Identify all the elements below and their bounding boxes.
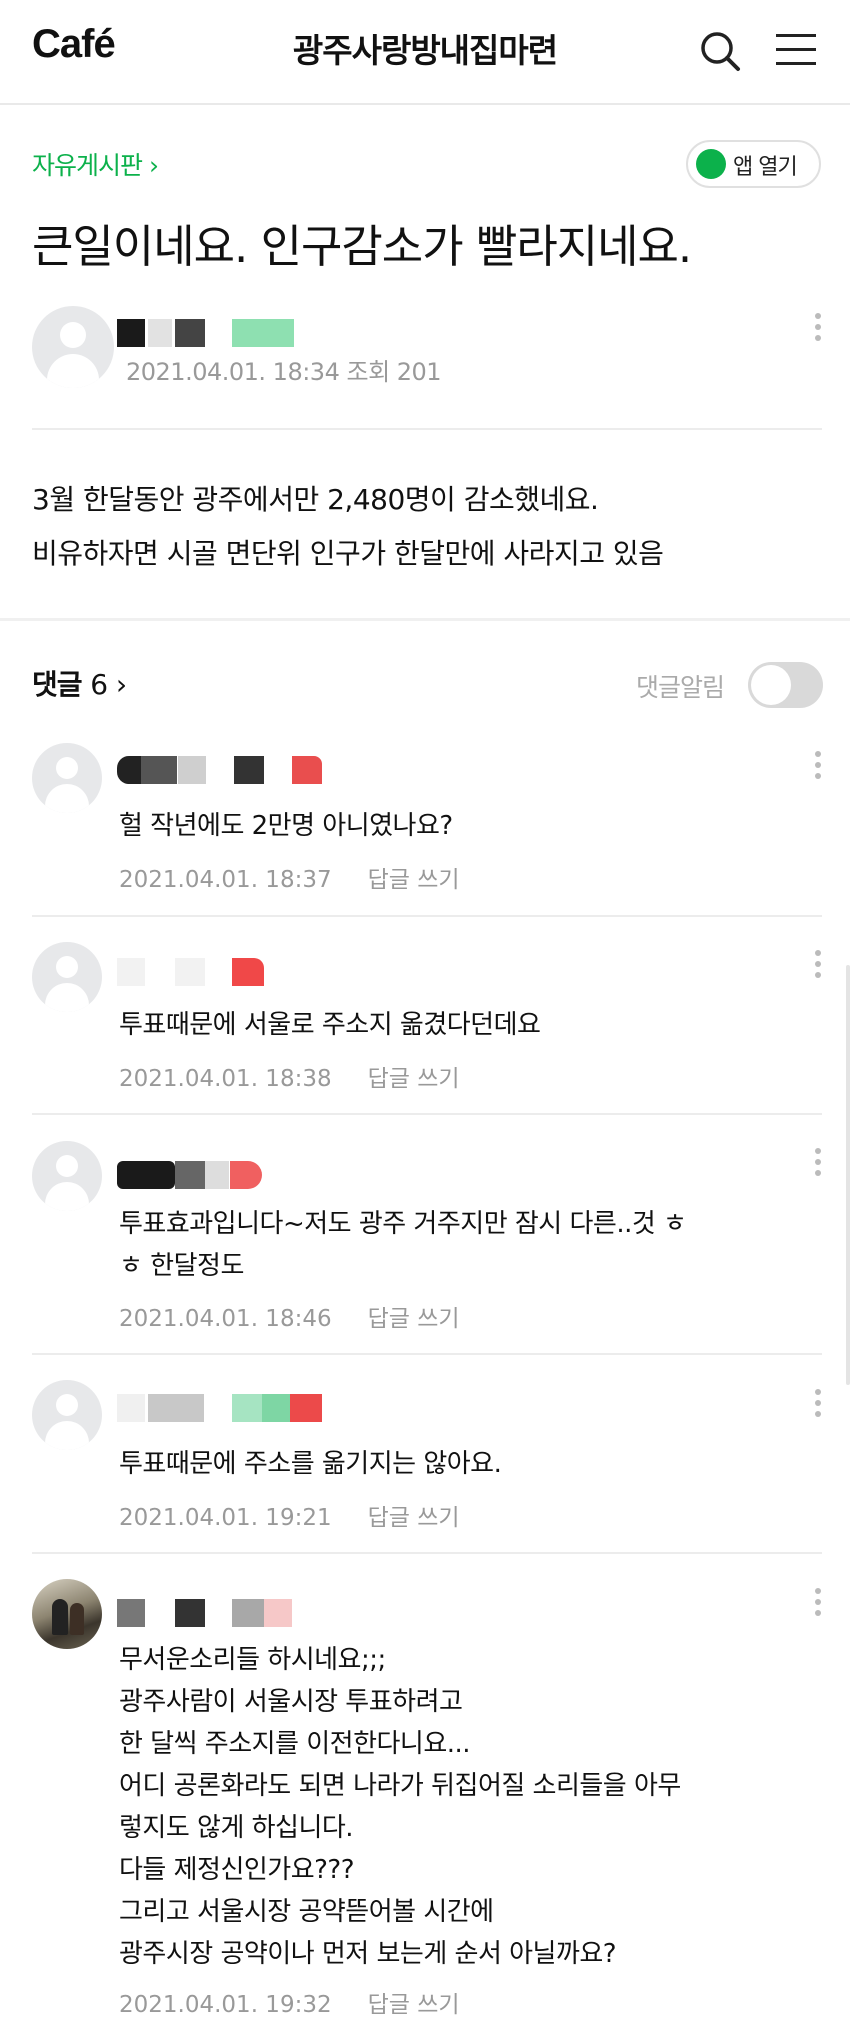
comment-line: 어디 공론화라도 되면 나라가 뒤집어질 소리들을 아무 <box>119 1771 681 1801</box>
more-vertical-icon[interactable] <box>812 1148 824 1182</box>
reply-button[interactable]: 답글 쓰기 <box>368 1505 460 1531</box>
comment-date: 2021.04.01. 18:38 <box>119 1066 332 1092</box>
top-header: Café 광주사랑방내집마련 <box>0 0 850 105</box>
reply-button[interactable]: 답글 쓰기 <box>368 1306 460 1332</box>
commenter-avatar[interactable] <box>32 1141 102 1211</box>
comment-date: 2021.04.01. 18:46 <box>119 1306 332 1332</box>
comment-date: 2021.04.01. 19:21 <box>119 1505 332 1531</box>
comment-line: 그리고 서울시장 공약뜯어볼 시간에 <box>119 1897 494 1927</box>
more-vertical-icon[interactable] <box>812 751 824 785</box>
post-meta: 2021.04.01. 18:34 조회 201 <box>126 352 442 387</box>
more-vertical-icon[interactable] <box>812 313 824 347</box>
reply-button[interactable]: 답글 쓰기 <box>368 1992 460 2018</box>
more-vertical-icon[interactable] <box>812 1389 824 1423</box>
comment-line: 무서운소리들 하시네요;;; <box>119 1645 386 1675</box>
comment-line: 투표효과입니다~저도 광주 거주지만 잠시 다른..것 ㅎ <box>119 1209 687 1239</box>
comment-text: 투표때문에 서울로 주소지 옮겼다던데요 <box>119 1004 799 1046</box>
comment-line: 한 달씩 주소지를 이전한다니요... <box>119 1729 471 1759</box>
divider <box>32 915 822 917</box>
comment-line: 투표때문에 서울로 주소지 옮겼다던데요 <box>119 1010 541 1040</box>
board-link[interactable]: 자유게시판 › <box>32 146 159 182</box>
post-body-line: 3월 한달동안 광주에서만 2,480명이 감소했네요. <box>32 483 599 516</box>
comment-line: 광주사람이 서울시장 투표하려고 <box>119 1687 463 1717</box>
reply-button[interactable]: 답글 쓰기 <box>368 867 460 893</box>
divider <box>32 428 822 430</box>
comments-header[interactable]: 댓글 6 › <box>32 663 127 703</box>
comment-text: 헐 작년에도 2만명 아니였나요? <box>119 805 799 847</box>
comments-label: 댓글 <box>32 668 83 701</box>
comment-meta: 2021.04.01. 19:21 답글 쓰기 <box>119 1498 460 1532</box>
search-icon[interactable] <box>696 22 744 78</box>
comment-date: 2021.04.01. 18:37 <box>119 867 332 893</box>
comment-line: 헐 작년에도 2만명 아니였나요? <box>119 811 453 841</box>
commenter-avatar[interactable] <box>32 942 102 1012</box>
commenter-avatar[interactable] <box>32 743 102 813</box>
comment-notify-label: 댓글알림 <box>636 673 725 702</box>
comment-meta: 2021.04.01. 18:46 답글 쓰기 <box>119 1299 460 1333</box>
post-title: 큰일이네요. 인구감소가 빨라지네요. <box>32 220 692 273</box>
comment-notify-toggle[interactable] <box>748 662 823 708</box>
open-app-button[interactable]: 앱 열기 <box>686 140 821 188</box>
comment-date: 2021.04.01. 19:32 <box>119 1992 332 2018</box>
author-avatar[interactable] <box>32 306 114 388</box>
comment-text: 무서운소리들 하시네요;;; 광주사람이 서울시장 투표하려고 한 달씩 주소지… <box>119 1639 799 1975</box>
reply-button[interactable]: 답글 쓰기 <box>368 1066 460 1092</box>
comment-text: 투표효과입니다~저도 광주 거주지만 잠시 다른..것 ㅎ ㅎ 한달정도 <box>119 1203 799 1287</box>
post-date: 2021.04.01. 18:34 <box>126 358 340 386</box>
comment-line: ㅎ 한달정도 <box>119 1251 244 1281</box>
divider <box>32 1552 822 1554</box>
comment-line: 광주시장 공약이나 먼저 보는게 순서 아닐까요? <box>119 1939 617 1969</box>
comments-count: 6 <box>90 668 108 701</box>
section-divider <box>0 618 850 621</box>
comment-text: 투표때문에 주소를 옮기지는 않아요. <box>119 1443 799 1485</box>
comment-line: 다들 제정신인가요??? <box>119 1855 355 1885</box>
post-body-line: 비유하자면 시골 면단위 인구가 한달만에 사라지고 있음 <box>32 537 664 570</box>
comment-meta: 2021.04.01. 18:38 답글 쓰기 <box>119 1059 460 1093</box>
more-vertical-icon[interactable] <box>812 1588 824 1622</box>
commenter-photo-avatar[interactable] <box>32 1579 102 1649</box>
commenter-avatar[interactable] <box>32 1380 102 1450</box>
open-app-label: 앱 열기 <box>733 155 798 180</box>
comment-meta: 2021.04.01. 18:37 답글 쓰기 <box>119 860 460 894</box>
post-body: 3월 한달동안 광주에서만 2,480명이 감소했네요. 비유하자면 시골 면단… <box>32 473 664 581</box>
comment-line: 렇지도 않게 하십니다. <box>119 1813 354 1843</box>
comment-meta: 2021.04.01. 19:32 답글 쓰기 <box>119 1985 460 2019</box>
comment-line: 투표때문에 주소를 옮기지는 않아요. <box>119 1449 502 1479</box>
app-logo-icon <box>696 149 726 179</box>
divider <box>32 1353 822 1355</box>
chevron-right-icon: › <box>115 668 127 701</box>
post-views: 조회 201 <box>346 358 442 386</box>
scrollbar[interactable] <box>846 965 850 1385</box>
menu-icon[interactable] <box>773 22 821 78</box>
divider <box>32 1113 822 1115</box>
more-vertical-icon[interactable] <box>812 950 824 984</box>
